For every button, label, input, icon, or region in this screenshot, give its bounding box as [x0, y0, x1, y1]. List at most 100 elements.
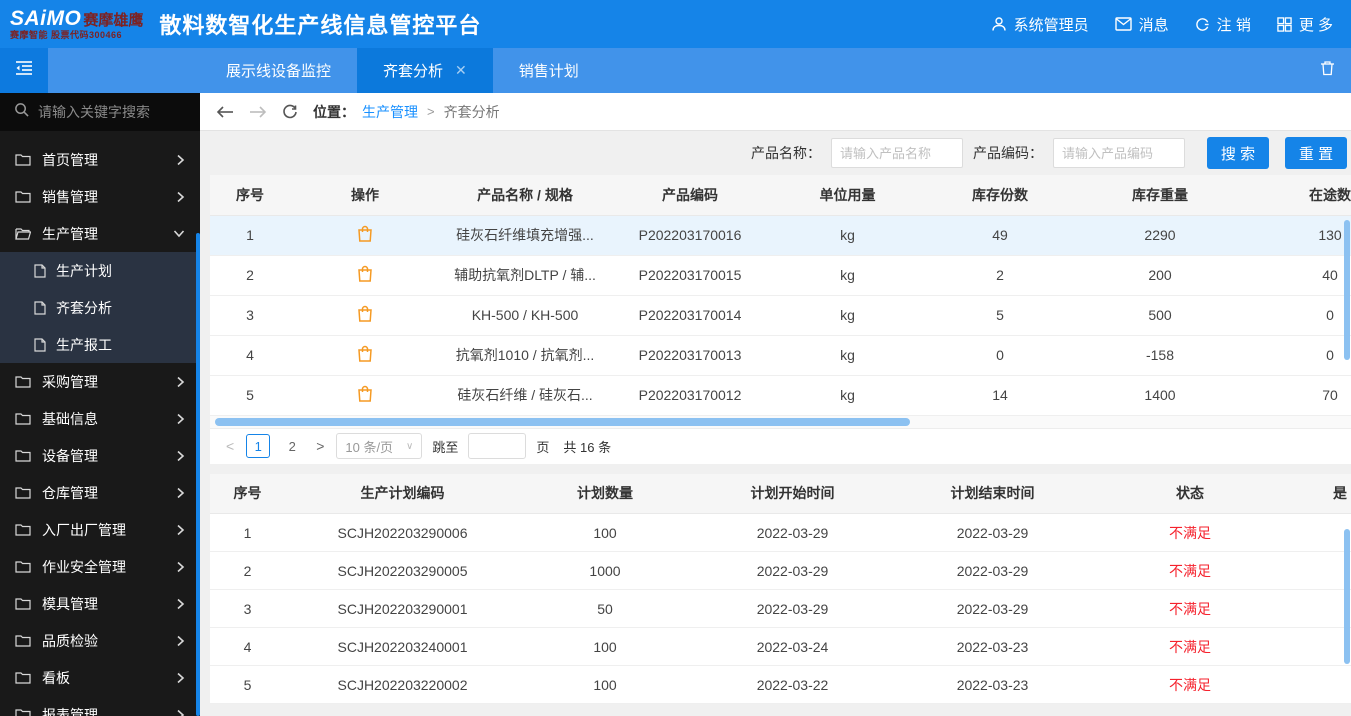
more-button[interactable]: 更 多: [1277, 14, 1333, 35]
col-in-transit: 在途数: [1245, 175, 1351, 216]
table-row[interactable]: 4 抗氧剂1010 / 抗氧剂... P202203170013 kg 0 -1…: [210, 335, 1351, 376]
back-icon[interactable]: [216, 105, 234, 119]
grid-icon: [1277, 16, 1292, 32]
sidebar-item-report-mgmt[interactable]: 报表管理: [0, 696, 200, 716]
chevron-right-icon: [177, 376, 185, 387]
sidebar-item-gate-inout-mgmt[interactable]: 入厂出厂管理: [0, 511, 200, 548]
tab-kitting-analysis[interactable]: 齐套分析 ✕: [357, 48, 493, 93]
user-menu[interactable]: 系统管理员: [991, 14, 1089, 35]
forward-icon[interactable]: [249, 105, 267, 119]
bag-action-icon[interactable]: [357, 345, 373, 365]
col-plan-end: 计划结束时间: [895, 473, 1090, 514]
table-row[interactable]: 3 SCJH202203290001 50 2022-03-29 2022-03…: [210, 589, 1351, 628]
sidebar-search-input[interactable]: [38, 104, 188, 120]
vertical-scrollbar[interactable]: [1344, 528, 1350, 664]
bag-action-icon[interactable]: [357, 305, 373, 325]
table-row[interactable]: 1 SCJH202203290006 100 2022-03-29 2022-0…: [210, 513, 1351, 552]
brand-subtitle: 赛摩智能 股票代码300466: [10, 30, 123, 40]
page-unit-label: 页: [536, 439, 550, 455]
product-code-input[interactable]: [1053, 138, 1185, 168]
col-plan-code: 生产计划编码: [285, 473, 520, 514]
table-row[interactable]: 2 SCJH202203290005 1000 2022-03-29 2022-…: [210, 551, 1351, 590]
sidebar-item-work-safety-mgmt[interactable]: 作业安全管理: [0, 548, 200, 585]
status-badge: 不满足: [1090, 627, 1290, 666]
sidebar-item-equipment-mgmt[interactable]: 设备管理: [0, 437, 200, 474]
sidebar-item-purchase-mgmt[interactable]: 采购管理: [0, 363, 200, 400]
sidebar-item-production-plan[interactable]: 生产计划: [0, 252, 200, 289]
trash-icon[interactable]: [1320, 60, 1335, 81]
sidebar-item-production-mgmt[interactable]: 生产管理: [0, 215, 200, 252]
table-row[interactable]: 5 SCJH202203220002 100 2022-03-22 2022-0…: [210, 665, 1351, 704]
bag-action-icon[interactable]: [357, 265, 373, 285]
table-row[interactable]: 4 SCJH202203240001 100 2022-03-24 2022-0…: [210, 627, 1351, 666]
product-name-input[interactable]: [831, 138, 963, 168]
messages-label: 消息: [1138, 16, 1169, 34]
page-size-select[interactable]: 10 条/页 ∨: [336, 433, 423, 459]
refresh-icon[interactable]: [282, 104, 298, 120]
sidebar-item-home-mgmt[interactable]: 首页管理: [0, 141, 200, 178]
horizontal-scrollbar[interactable]: [210, 415, 1351, 428]
sidebar-item-production-report[interactable]: 生产报工: [0, 326, 200, 363]
location-label: 位置：: [313, 103, 355, 120]
close-tab-icon[interactable]: ✕: [455, 62, 467, 79]
more-label: 更 多: [1298, 16, 1333, 34]
logout-icon: [1195, 17, 1210, 32]
jump-page-input[interactable]: [468, 433, 527, 459]
breadcrumb-parent-link[interactable]: 生产管理: [362, 102, 418, 122]
sidebar-scrollbar[interactable]: [196, 233, 200, 716]
col-product-name: 产品名称 / 规格: [440, 175, 610, 216]
logout-label: 注 销: [1216, 16, 1251, 34]
search-button[interactable]: 搜 索: [1207, 137, 1269, 169]
bag-action-icon[interactable]: [357, 385, 373, 405]
reset-button[interactable]: 重 置: [1285, 137, 1347, 169]
product-code-label: 产品编码：: [973, 145, 1043, 161]
messages-button[interactable]: 消息: [1114, 14, 1169, 35]
table-row[interactable]: 2 辅助抗氧剂DLTP / 辅... P202203170015 kg 2 20…: [210, 255, 1351, 296]
col-action: 操作: [290, 175, 440, 216]
table-row[interactable]: 3 KH-500 / KH-500 P202203170014 kg 5 500…: [210, 295, 1351, 336]
sidebar-item-basic-info[interactable]: 基础信息: [0, 400, 200, 437]
status-badge: 不满足: [1090, 551, 1290, 590]
table-row[interactable]: 1 硅灰石纤维填充增强... P202203170016 kg 49 2290 …: [210, 215, 1351, 256]
table-row[interactable]: 5 硅灰石纤维 / 硅灰石... P202203170012 kg 14 140…: [210, 375, 1351, 416]
sidebar-search[interactable]: [0, 93, 200, 131]
tab-display-line-monitor[interactable]: 展示线设备监控: [200, 48, 357, 93]
tab-sales-plan[interactable]: 销售计划: [493, 48, 605, 93]
chevron-right-icon: [177, 524, 185, 535]
file-icon: [34, 300, 46, 315]
col-plan-qty: 计划数量: [520, 473, 690, 514]
sidebar-item-warehouse-mgmt[interactable]: 仓库管理: [0, 474, 200, 511]
file-icon: [34, 337, 46, 352]
sidebar-item-sales-mgmt[interactable]: 销售管理: [0, 178, 200, 215]
logout-button[interactable]: 注 销: [1195, 14, 1251, 35]
sidebar-item-mold-mgmt[interactable]: 模具管理: [0, 585, 200, 622]
col-satisfied: 是: [1290, 473, 1351, 514]
plans-table-panel: 序号 生产计划编码 计划数量 计划开始时间 计划结束时间 状态 是 1 SCJH…: [210, 473, 1351, 704]
sidebar-collapse-button[interactable]: [0, 48, 48, 93]
production-submenu: 生产计划 齐套分析 生产报工: [0, 252, 200, 363]
sidebar-item-kitting-analysis[interactable]: 齐套分析: [0, 289, 200, 326]
col-product-code: 产品编码: [610, 175, 770, 216]
user-label: 系统管理员: [1013, 16, 1089, 34]
user-icon: [991, 16, 1007, 32]
jump-label: 跳至: [432, 439, 459, 455]
vertical-scrollbar[interactable]: [1344, 220, 1350, 360]
collapse-menu-icon: [15, 60, 33, 81]
col-seq: 序号: [210, 175, 290, 216]
bag-action-icon[interactable]: [357, 225, 373, 245]
product-name-label: 产品名称：: [751, 145, 821, 161]
chevron-down-icon: [173, 230, 185, 238]
sidebar-item-quality-inspection[interactable]: 品质检验: [0, 622, 200, 659]
prev-page-button[interactable]: <: [224, 438, 236, 454]
chevron-right-icon: [177, 635, 185, 646]
page-2-button[interactable]: 2: [280, 434, 304, 458]
page-1-button[interactable]: 1: [246, 434, 271, 458]
sidebar-item-dashboard[interactable]: 看板: [0, 659, 200, 696]
page-title: 散料数智化生产线信息管控平台: [159, 13, 482, 38]
col-status: 状态: [1090, 473, 1290, 514]
next-page-button[interactable]: >: [314, 438, 326, 454]
brand-logo: SAiMO 赛摩雄鹰 赛摩智能 股票代码300466: [10, 8, 143, 40]
chevron-right-icon: [177, 191, 185, 202]
filter-toolbar: 产品名称： 产品编码： 搜 索 重 置: [210, 131, 1351, 175]
chevron-right-icon: [177, 154, 185, 165]
